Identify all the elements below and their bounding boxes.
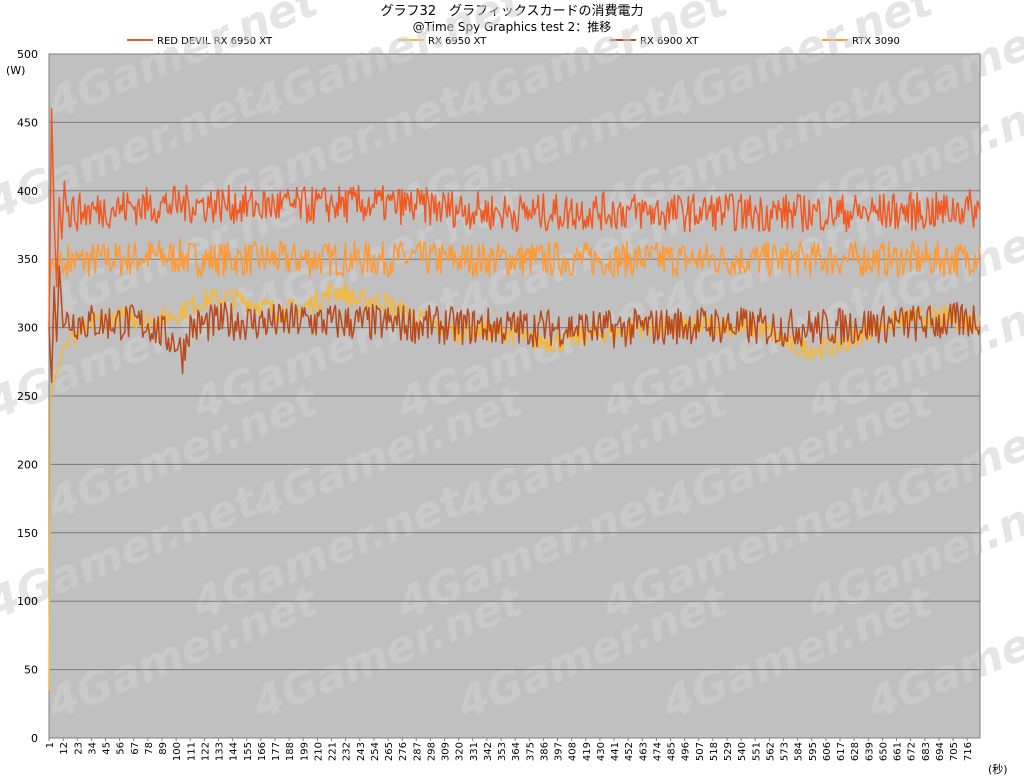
x-tick-label: 331 [469,742,480,761]
x-tick-label: 133 [215,742,226,761]
x-tick-label: 144 [229,742,240,761]
x-axis-unit: (秒) [988,762,1008,776]
x-tick-label: 199 [299,742,310,761]
x-tick-label: 254 [370,742,381,761]
x-tick-label: 452 [624,742,635,761]
x-tick-label: 584 [794,742,805,761]
x-tick-label: 551 [751,742,762,761]
x-tick-label: 694 [935,742,946,761]
x-tick-label: 573 [780,742,791,761]
x-tick-label: 397 [554,742,565,761]
x-tick-label: 650 [878,742,889,761]
x-tick-label: 375 [525,742,536,761]
x-tick-label: 716 [963,742,974,761]
x-tick-label: 496 [681,742,692,761]
x-tick-label: 639 [864,742,875,761]
x-tick-label: 210 [313,742,324,761]
y-axis: 0 50 100 150 200 250 300 350 400 450 500 [17,48,38,745]
x-tick-label: 89 [158,742,169,755]
x-tick-label: 232 [342,742,353,761]
y-tick-label: 400 [17,185,38,198]
x-tick-label: 309 [441,742,452,761]
y-tick-label: 450 [17,116,38,129]
x-tick-label: 78 [144,742,155,755]
x-tick-label: 34 [87,742,98,755]
x-tick-label: 166 [257,742,268,761]
x-tick-label: 243 [356,742,367,761]
x-tick-label: 276 [398,742,409,761]
x-tick-label: 606 [822,742,833,761]
x-tick-label: 628 [850,742,861,761]
y-tick-label: 300 [17,322,38,335]
x-tick-label: 430 [596,742,607,761]
y-tick-label: 0 [31,732,38,745]
x-tick-label: 683 [921,742,932,761]
chart-svg: グラフ32 グラフィックスカードの消費電力 @Time Spy Graphics… [0,0,1024,776]
x-tick-label: 386 [539,742,550,761]
x-tick-label: 188 [285,742,296,761]
x-axis: 1 12 23 34 45 56 67 78 89 100 111 122 133 144 155 166 17… [45,738,974,761]
x-tick-label: 155 [243,742,254,761]
x-tick-label: 353 [497,742,508,761]
x-tick-label: 705 [949,742,960,761]
x-tick-label: 56 [116,742,127,755]
x-tick-label: 122 [200,742,211,761]
x-tick-label: 617 [836,742,847,761]
x-tick-label: 595 [808,742,819,761]
x-tick-label: 463 [638,742,649,761]
y-tick-label: 250 [17,390,38,403]
y-tick-label: 100 [17,595,38,608]
x-tick-label: 485 [667,742,678,761]
y-tick-label: 200 [17,458,38,471]
x-tick-label: 364 [511,742,522,761]
x-tick-label: 540 [737,742,748,761]
x-tick-label: 441 [610,742,621,761]
x-tick-label: 474 [652,742,663,761]
x-tick-label: 672 [907,742,918,761]
x-tick-label: 562 [765,742,776,761]
x-tick-label: 507 [695,742,706,761]
x-tick-label: 177 [271,742,282,761]
x-tick-label: 661 [893,742,904,761]
x-tick-label: 221 [328,742,339,761]
x-tick-label: 518 [709,742,720,761]
x-tick-label: 12 [59,742,70,755]
x-tick-label: 287 [412,742,423,761]
y-tick-label: 50 [24,664,38,677]
x-tick-label: 23 [73,742,84,755]
x-tick-label: 100 [172,742,183,761]
x-tick-label: 45 [102,742,113,755]
chart: グラフ32 グラフィックスカードの消費電力 @Time Spy Graphics… [0,0,1024,782]
x-tick-label: 67 [130,742,141,755]
y-tick-label: 150 [17,527,38,540]
y-tick-label: 500 [17,48,38,61]
y-tick-label: 350 [17,253,38,266]
x-tick-label: 342 [483,742,494,761]
y-axis-unit: (W) [6,64,25,77]
x-tick-label: 320 [455,742,466,761]
x-tick-label: 1 [45,742,56,748]
x-tick-label: 419 [582,742,593,761]
x-tick-label: 408 [568,742,579,761]
x-tick-label: 298 [426,742,437,761]
x-tick-label: 529 [723,742,734,761]
x-tick-label: 265 [384,742,395,761]
x-tick-label: 111 [186,742,197,761]
